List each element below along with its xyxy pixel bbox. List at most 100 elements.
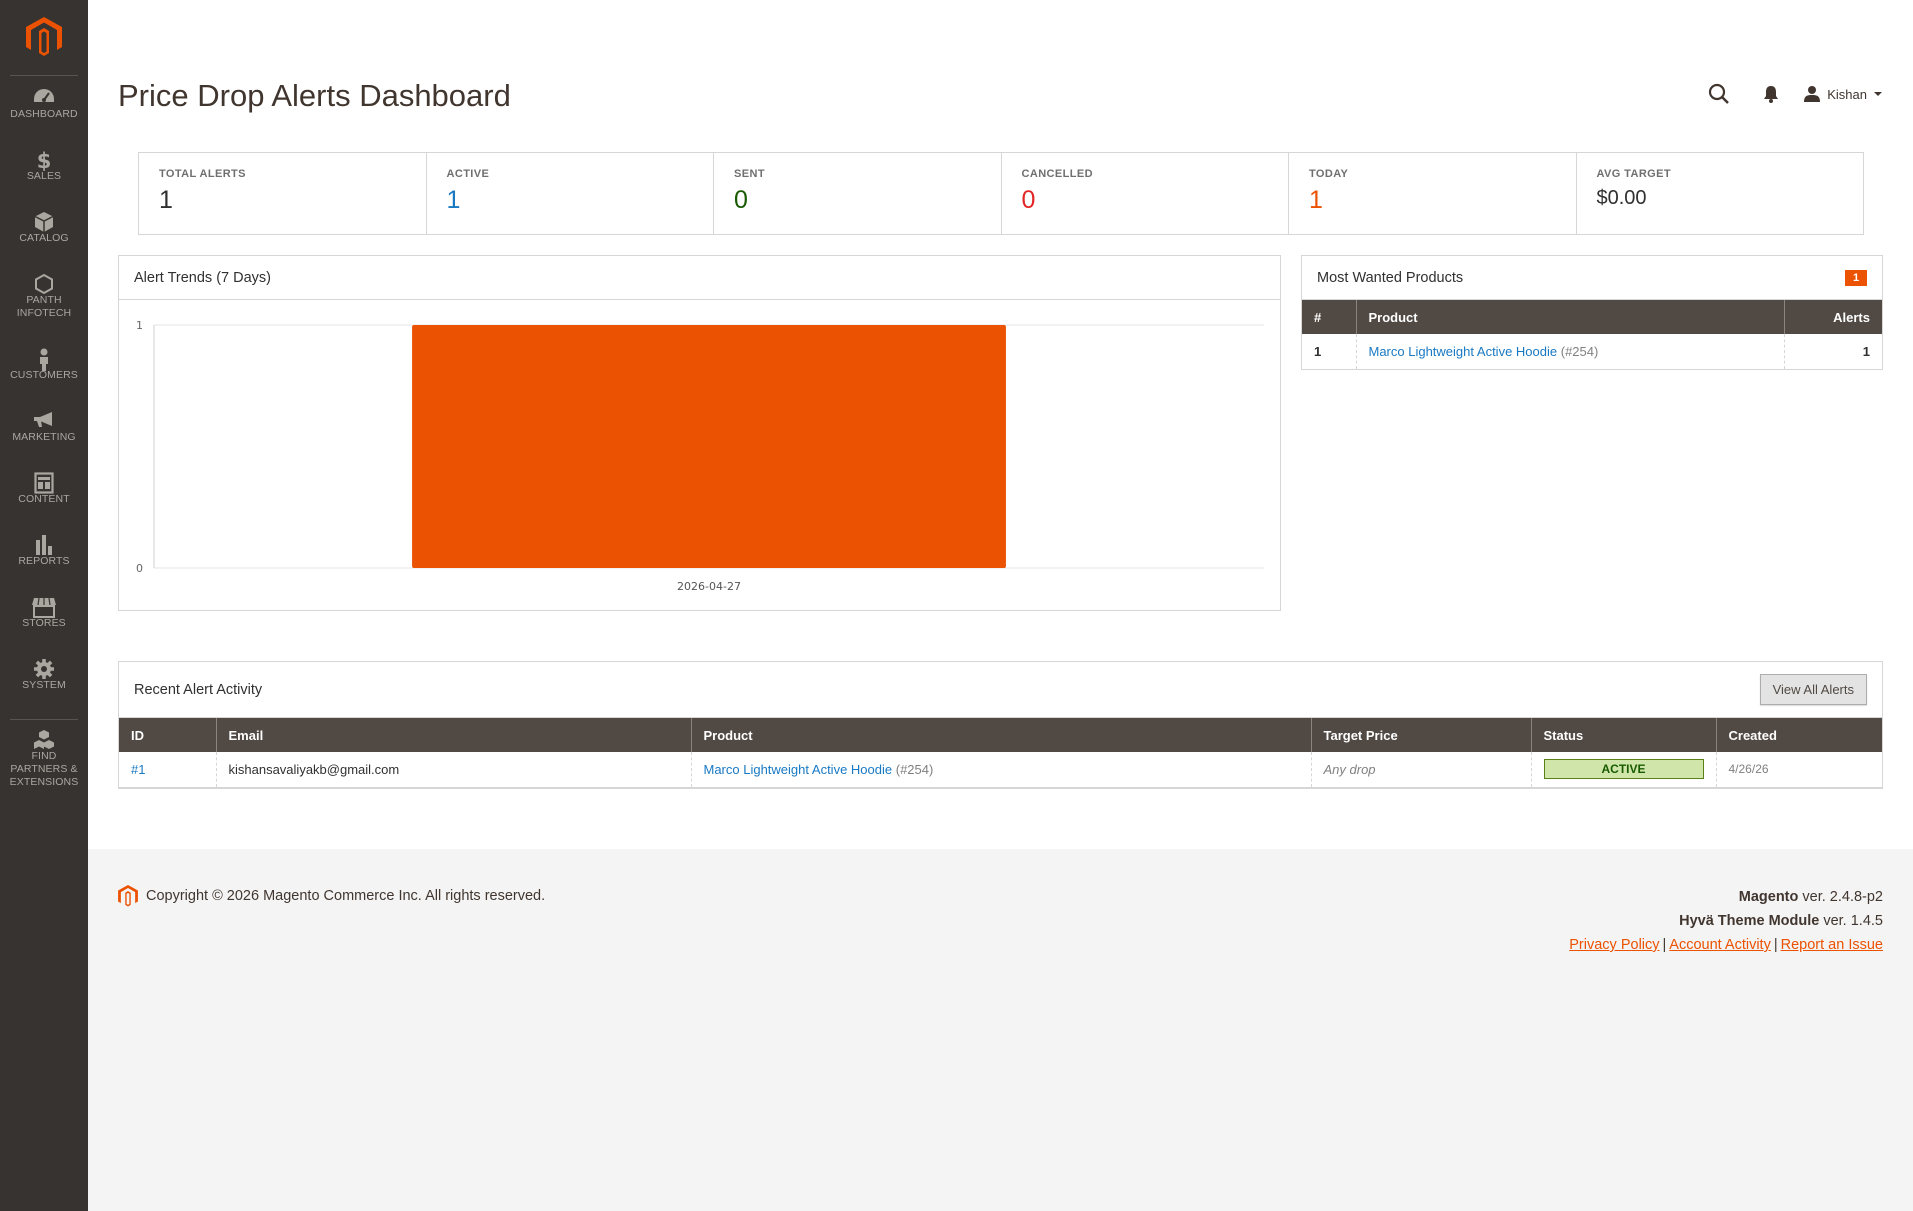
column-header[interactable]: Status: [1531, 718, 1717, 752]
status-badge: ACTIVE: [1543, 759, 1704, 780]
footer-copyright: Copyright © 2026 Magento Commerce Inc. A…: [118, 885, 545, 907]
dashboard-icon: [0, 82, 88, 108]
sidebar-divider: [10, 75, 78, 76]
sidebar-item-catalog[interactable]: CATALOG: [0, 206, 88, 268]
sidebar-item-label: CUSTOMERS: [10, 369, 78, 381]
stat-today: TODAY 1: [1289, 153, 1577, 234]
sidebar-item-label: FIND PARTNERS & EXTENSIONS: [9, 750, 79, 788]
storefront-icon: [0, 591, 88, 618]
stat-sent: SENT 0: [714, 153, 1002, 234]
sidebar-item-reports[interactable]: REPORTS: [0, 529, 88, 591]
most-wanted-panel: Most Wanted Products 1 # Product Alerts …: [1301, 255, 1883, 370]
stat-label: AVG TARGET: [1596, 168, 1671, 180]
hexagon-icon: [0, 268, 88, 295]
created-cell: 4/26/26: [1716, 752, 1882, 788]
column-header[interactable]: #: [1302, 300, 1357, 334]
stat-label: ACTIVE: [446, 168, 490, 180]
alerts-cell: 1: [1784, 334, 1882, 370]
chevron-down-icon: [1874, 92, 1882, 96]
search-icon: [1709, 83, 1730, 104]
panel-header: Recent Alert Activity View All Alerts: [119, 662, 1882, 718]
account-activity-link[interactable]: Account Activity: [1669, 937, 1771, 953]
product-link[interactable]: Marco Lightweight Active Hoodie: [704, 762, 893, 777]
sidebar-nav: DASHBOARD $ SALES CATALOG PANTH INFOTECH…: [0, 82, 88, 794]
megaphone-icon: [0, 405, 88, 431]
magento-logo-icon: [26, 17, 62, 56]
stat-value: 1: [1309, 186, 1323, 214]
column-header[interactable]: Product: [1356, 300, 1785, 334]
report-issue-link[interactable]: Report an Issue: [1781, 937, 1883, 953]
bar-chart-icon: [0, 529, 88, 555]
page-title: Price Drop Alerts Dashboard: [118, 78, 511, 113]
sidebar-item-marketing[interactable]: MARKETING: [0, 405, 88, 467]
link-separator: |: [1662, 937, 1667, 953]
sidebar-item-content[interactable]: CONTENT: [0, 467, 88, 529]
sidebar-item-label: STORES: [22, 617, 66, 629]
copyright-text: Copyright © 2026 Magento Commerce Inc. A…: [146, 888, 546, 904]
sidebar-item-label: REPORTS: [18, 555, 70, 567]
dollar-icon: $: [0, 144, 88, 171]
version-text: ver. 1.4.5: [1823, 913, 1883, 929]
layout-icon: [0, 467, 88, 494]
sidebar-item-stores[interactable]: STORES: [0, 591, 88, 653]
user-menu[interactable]: Kishan: [1803, 85, 1883, 103]
search-button[interactable]: [1693, 80, 1745, 108]
email-cell: kishansavaliyakb@gmail.com: [216, 752, 692, 788]
panel-title: Most Wanted Products: [1317, 269, 1464, 286]
alert-trends-panel: Alert Trends (7 Days) 0 1 2026-04-27: [118, 255, 1281, 611]
product-id: (#254): [895, 761, 934, 777]
sidebar-item-find-partners[interactable]: FIND PARTNERS & EXTENSIONS: [0, 724, 88, 794]
product-cell: Marco Lightweight Active Hoodie (#254): [691, 752, 1312, 788]
stat-cancelled: CANCELLED 0: [1002, 153, 1289, 234]
id-cell: #1: [119, 752, 217, 788]
most-wanted-table: # Product Alerts 1 Marco Lightweight Act…: [1302, 300, 1882, 370]
product-name: Hyvä Theme Module: [1679, 913, 1820, 929]
stat-label: TOTAL ALERTS: [159, 168, 246, 180]
sidebar-item-label: SALES: [26, 170, 62, 182]
x-tick-label: 2026-04-27: [677, 580, 741, 593]
product-link[interactable]: Marco Lightweight Active Hoodie: [1369, 344, 1558, 359]
column-header[interactable]: Email: [216, 718, 692, 752]
view-all-alerts-button[interactable]: View All Alerts: [1759, 674, 1867, 705]
column-header[interactable]: Alerts: [1784, 300, 1882, 334]
panel-title: Recent Alert Activity: [134, 681, 263, 698]
column-header[interactable]: Target Price: [1311, 718, 1532, 752]
privacy-policy-link[interactable]: Privacy Policy: [1569, 937, 1659, 953]
sidebar-item-label: DASHBOARD: [10, 108, 78, 120]
product-cell: Marco Lightweight Active Hoodie (#254): [1356, 334, 1785, 370]
sidebar-item-system[interactable]: SYSTEM: [0, 653, 88, 715]
box-icon: [0, 206, 88, 232]
user-name: Kishan: [1827, 86, 1867, 102]
page-footer: Copyright © 2026 Magento Commerce Inc. A…: [88, 849, 1913, 1211]
version-text: ver. 2.4.8-p2: [1802, 889, 1883, 905]
y-tick-label: 0: [136, 562, 143, 575]
sidebar-item-label: CATALOG: [19, 232, 69, 244]
alert-id-link[interactable]: #1: [131, 762, 145, 777]
sidebar-item-dashboard[interactable]: DASHBOARD: [0, 82, 88, 144]
stat-value: 1: [446, 186, 461, 214]
gear-icon: [0, 653, 88, 679]
stat-value: 0: [1021, 186, 1036, 214]
user-icon: [1804, 86, 1821, 102]
header-actions: Kishan: [1693, 80, 1883, 108]
magento-version: Magento ver. 2.4.8-p2: [1569, 885, 1883, 909]
stat-total-alerts: TOTAL ALERTS 1: [139, 153, 427, 234]
product-id: (#254): [1560, 343, 1599, 359]
panel-header: Alert Trends (7 Days): [119, 256, 1280, 300]
chart-bar: [412, 325, 1006, 568]
sidebar-divider: [10, 719, 78, 720]
admin-sidebar: DASHBOARD $ SALES CATALOG PANTH INFOTECH…: [0, 0, 88, 1211]
sidebar-item-customers[interactable]: CUSTOMERS: [0, 343, 88, 405]
notifications-button[interactable]: [1745, 80, 1797, 108]
table-row: #1 kishansavaliyakb@gmail.com Marco Ligh…: [119, 752, 1882, 788]
sidebar-item-panth-infotech[interactable]: PANTH INFOTECH: [0, 268, 88, 343]
column-header[interactable]: ID: [119, 718, 217, 752]
magento-logo[interactable]: [0, 0, 88, 75]
sidebar-item-label: MARKETING: [12, 431, 76, 443]
column-header[interactable]: Product: [691, 718, 1312, 752]
column-header[interactable]: Created: [1716, 718, 1882, 752]
bell-icon: [1764, 86, 1779, 103]
cubes-icon: [0, 724, 88, 750]
sidebar-item-sales[interactable]: $ SALES: [0, 144, 88, 206]
hyva-version: Hyvä Theme Module ver. 1.4.5: [1569, 909, 1883, 933]
